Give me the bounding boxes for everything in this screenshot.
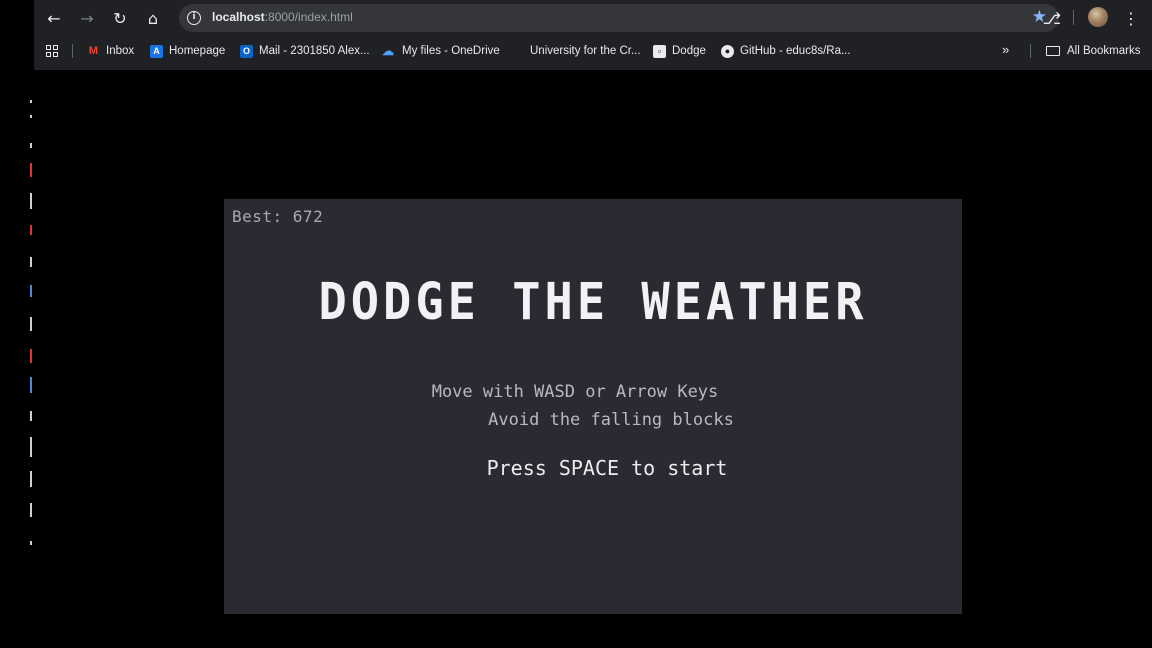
bookmark-inbox[interactable]: M Inbox [87, 43, 134, 59]
back-icon[interactable]: ← [41, 5, 67, 31]
site-info-icon[interactable]: i [187, 11, 201, 25]
url-text[interactable]: localhost:8000/index.html [212, 10, 353, 24]
bookmark-label: Dodge [672, 45, 706, 57]
github-icon: ● [721, 44, 734, 58]
browser-menu-icon[interactable]: ⋮ [1122, 5, 1140, 31]
bookmark-homepage[interactable]: A Homepage [150, 43, 225, 59]
toolbar-divider [1073, 10, 1074, 25]
instruction-avoid: Avoid the falling blocks [488, 410, 734, 430]
bookmark-label: GitHub - educ8s/Ra... [740, 45, 851, 57]
start-prompt: Press SPACE to start [486, 456, 728, 480]
bookmark-label: University for the Cr... [530, 45, 641, 57]
bookmark-label: Mail - 2301850 Alex... [259, 45, 370, 57]
outlook-icon: O [240, 44, 253, 58]
game-title: DODGE THE WEATHER [318, 272, 868, 333]
bookmark-onedrive[interactable]: ☁ My files - OneDrive [380, 43, 500, 59]
profile-avatar[interactable] [1088, 7, 1108, 27]
browser-chrome: ← → ↻ ⌂ i localhost:8000/index.html ★ ⎇ … [34, 0, 1152, 70]
bookmark-label: Homepage [169, 45, 226, 57]
bookmark-label: Inbox [106, 45, 135, 57]
address-bar[interactable]: i localhost:8000/index.html ★ [179, 4, 1059, 32]
left-window-edge [28, 95, 36, 555]
bookmarks-divider [72, 44, 73, 58]
folder-icon [1046, 46, 1060, 56]
browser-toolbar: ← → ↻ ⌂ i localhost:8000/index.html ★ ⎇ … [34, 0, 1152, 35]
apps-grid-icon[interactable] [46, 45, 58, 57]
gmail-icon: M [88, 44, 99, 57]
all-bookmarks-label: All Bookmarks [1067, 45, 1141, 57]
more-bookmarks-icon[interactable]: » [1002, 42, 1009, 57]
bookmark-mail[interactable]: O Mail - 2301850 Alex... [240, 43, 370, 59]
bookmarks-bar: M Inbox A Homepage O Mail - 2301850 Alex… [34, 37, 1152, 65]
bookmark-dodge[interactable]: ▫ Dodge [653, 43, 706, 59]
reload-icon[interactable]: ↻ [107, 5, 133, 31]
bookmark-label: My files - OneDrive [402, 45, 500, 57]
all-bookmarks-button[interactable]: All Bookmarks [1046, 43, 1141, 59]
homepage-icon: A [150, 44, 163, 58]
extensions-icon[interactable]: ⎇ [1039, 5, 1065, 31]
game-canvas[interactable]: Best: 672 DODGE THE WEATHER Move with WA… [224, 199, 962, 614]
bookmarks-divider [1030, 44, 1031, 58]
instruction-move: Move with WASD or Arrow Keys [431, 382, 719, 402]
bookmark-github[interactable]: ● GitHub - educ8s/Ra... [721, 43, 851, 59]
onedrive-icon: ☁ [382, 43, 394, 58]
page-icon: ▫ [653, 44, 666, 58]
home-icon[interactable]: ⌂ [140, 5, 166, 31]
best-score: Best: 672 [232, 207, 324, 226]
bookmark-university[interactable]: University for the Cr... [530, 43, 641, 59]
forward-icon[interactable]: → [74, 5, 100, 31]
